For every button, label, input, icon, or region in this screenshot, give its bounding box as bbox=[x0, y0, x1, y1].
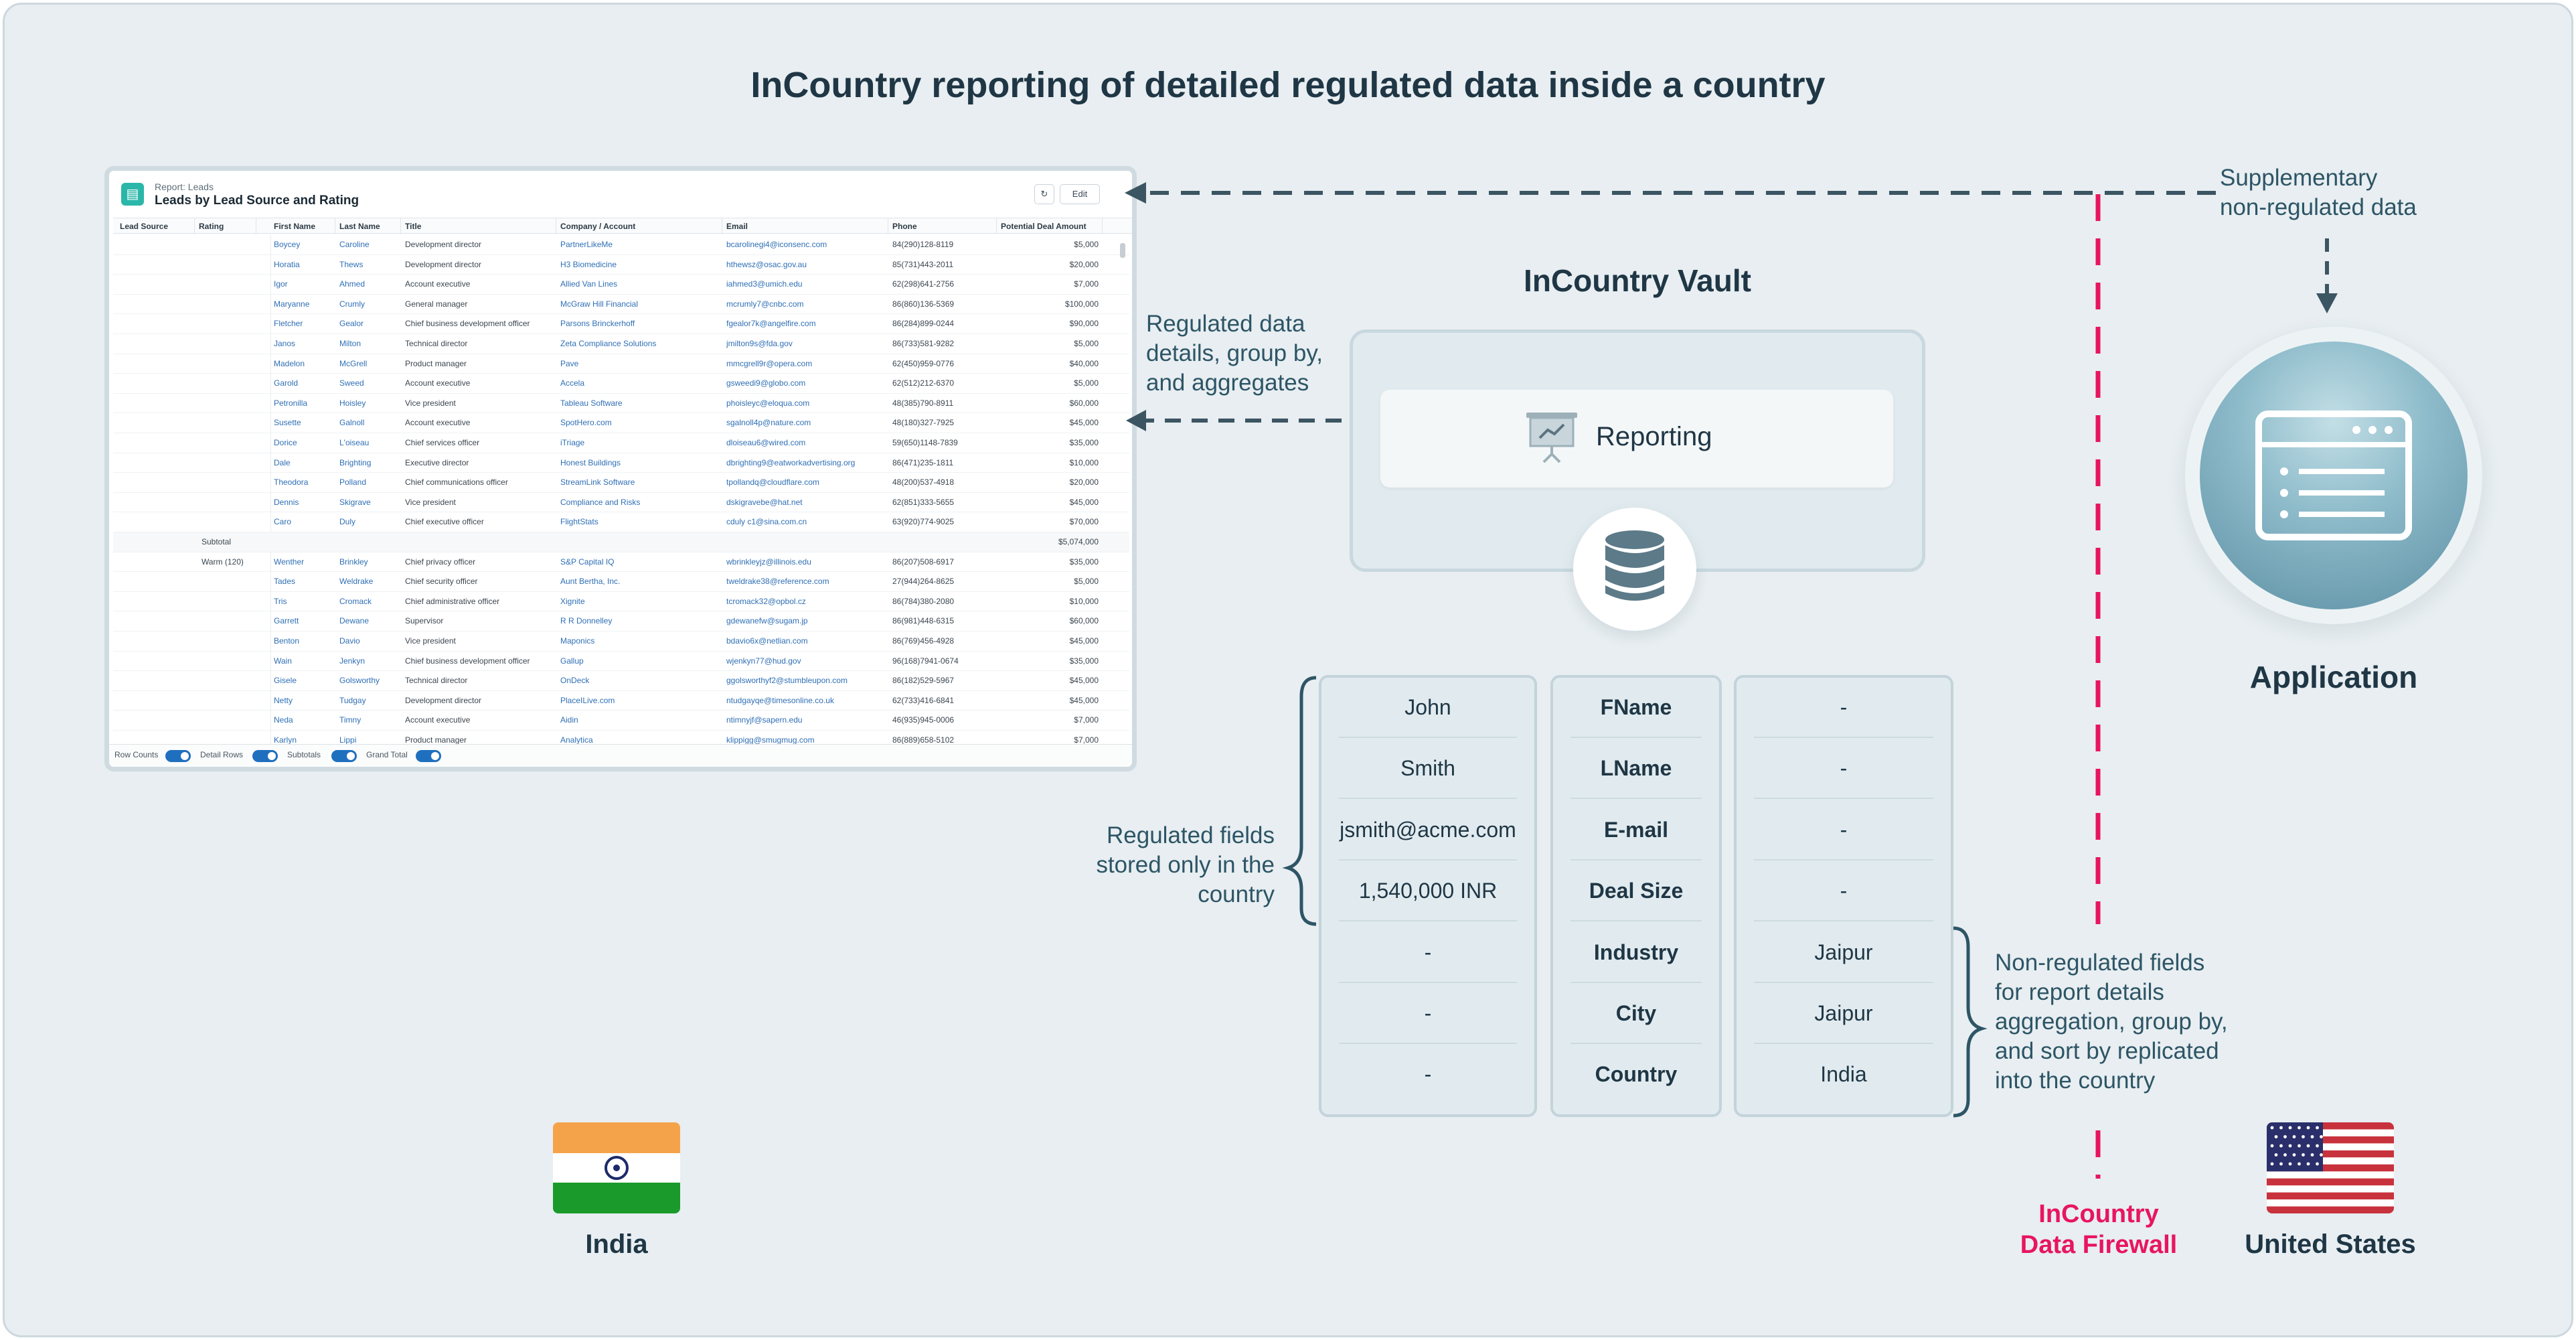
field-col1-item: - bbox=[1424, 1062, 1432, 1087]
regulated-data-label-line: Regulated data details, group by, and ag… bbox=[1146, 311, 1323, 396]
field-divider bbox=[1571, 920, 1702, 922]
diagram-canvas: InCountry reporting of detailed regulate… bbox=[0, 0, 2576, 1340]
regulated-fields-label-text: Regulated fields stored only in the coun… bbox=[1096, 822, 1275, 907]
field-col2-item: FName bbox=[1600, 695, 1672, 719]
field-divider bbox=[1571, 859, 1702, 861]
field-card-names: FName LName E-mail Deal Size Industry City Cou… bbox=[1550, 675, 1722, 1117]
non-regulated-fields-label: Non-regulated fields for report details … bbox=[1995, 948, 2228, 1096]
field-col1-item: 1,540,000 INR bbox=[1358, 879, 1498, 903]
non-regulated-fields-label-text: Non-regulated fields for report details … bbox=[1995, 950, 2228, 1094]
india-flag-icon bbox=[553, 1122, 680, 1213]
field-divider bbox=[1571, 981, 1702, 983]
field-col1-item: jsmith@acme.com bbox=[1340, 817, 1516, 842]
supplementary-arrowhead bbox=[1125, 182, 1146, 204]
presentation-chart-icon bbox=[1526, 413, 1577, 463]
field-col3-item: Jaipur bbox=[1814, 1001, 1873, 1025]
regulated-arrowhead-left bbox=[1126, 410, 1146, 431]
supplementary-label-line: Supplementary non-regulated data bbox=[2220, 165, 2417, 220]
field-col1-item: - bbox=[1424, 1001, 1432, 1025]
field-col3-item: Jaipur bbox=[1814, 940, 1873, 964]
field-divider bbox=[1571, 798, 1702, 800]
field-card-values: John Smith jsmith@acme.com 1,540,000 INR - - - bbox=[1319, 675, 1537, 1117]
field-divider bbox=[1754, 798, 1933, 800]
firewall-label-text: InCountry Data Firewall bbox=[2020, 1200, 2178, 1259]
country-us-label: United States bbox=[2245, 1230, 2416, 1259]
field-col2-item: E-mail bbox=[1603, 817, 1669, 842]
field-col3-item: India bbox=[1820, 1062, 1867, 1087]
field-divider bbox=[1571, 1043, 1702, 1044]
field-col3-item: - bbox=[1840, 879, 1848, 903]
country-india-label: India bbox=[585, 1230, 648, 1259]
regulated-brace bbox=[1282, 676, 1317, 926]
field-col2-item: Deal Size bbox=[1589, 879, 1684, 903]
supplementary-down-arrowhead bbox=[2316, 293, 2338, 313]
vault-title: InCountry Vault bbox=[1524, 263, 1751, 298]
application-label: Application bbox=[2249, 660, 2418, 694]
field-col2-item: City bbox=[1615, 1001, 1657, 1025]
field-col1-item: - bbox=[1424, 940, 1432, 964]
regulated-fields-label: Regulated fields stored only in the coun… bbox=[1004, 821, 1275, 909]
regulated-data-label: Regulated data details, group by, and ag… bbox=[1146, 309, 1323, 398]
field-divider bbox=[1339, 1043, 1517, 1044]
field-col3-item: - bbox=[1840, 756, 1848, 781]
field-divider bbox=[1339, 798, 1517, 800]
field-divider bbox=[1339, 981, 1517, 983]
field-divider bbox=[1754, 920, 1933, 922]
field-divider bbox=[1339, 737, 1517, 738]
field-col2-item: LName bbox=[1600, 756, 1672, 781]
us-flag-icon bbox=[2267, 1122, 2394, 1213]
field-col3-item: - bbox=[1840, 695, 1848, 719]
field-divider bbox=[1754, 859, 1933, 861]
field-col1-item: Smith bbox=[1400, 756, 1455, 781]
firewall-label: InCountry Data Firewall bbox=[1975, 1199, 2223, 1260]
field-divider bbox=[1571, 737, 1702, 738]
browser-window-icon bbox=[2255, 411, 2412, 540]
field-divider bbox=[1754, 1043, 1933, 1044]
field-col1-item: John bbox=[1404, 695, 1451, 719]
field-divider bbox=[1339, 920, 1517, 922]
field-col3-item: - bbox=[1840, 817, 1848, 842]
reporting-label: Reporting bbox=[1596, 422, 1712, 451]
non-regulated-brace bbox=[1953, 926, 1988, 1118]
field-divider bbox=[1754, 737, 1933, 738]
field-divider bbox=[1339, 859, 1517, 861]
field-col2-item: Country bbox=[1595, 1062, 1678, 1087]
supplementary-label: Supplementary non-regulated data bbox=[2220, 163, 2417, 222]
field-card-replicated: - - - - Jaipur Jaipur India bbox=[1734, 675, 1953, 1117]
field-divider bbox=[1754, 981, 1933, 983]
database-icon bbox=[1605, 530, 1664, 601]
field-col2-item: Industry bbox=[1593, 940, 1679, 964]
